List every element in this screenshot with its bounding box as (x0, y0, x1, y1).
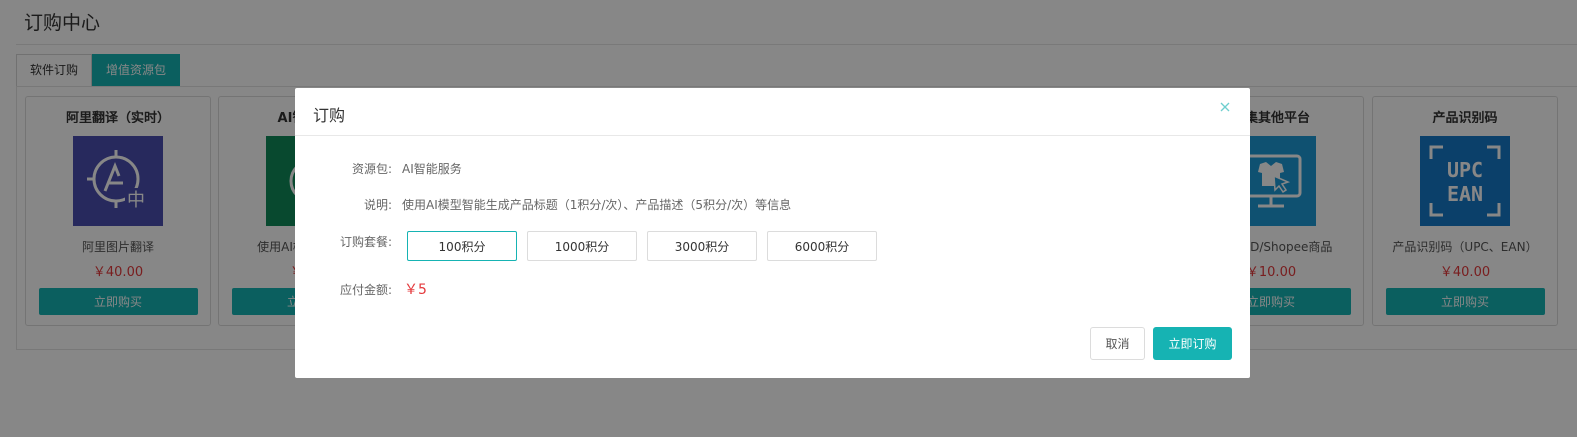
package-option-3000[interactable]: 3000积分 (647, 231, 757, 261)
resource-label: 资源包: (351, 162, 392, 176)
resource-row: 资源包: AI智能服务 (295, 160, 462, 177)
description-row: 说明: 使用AI模型智能生成产品标题（1积分/次）、产品描述（5积分/次）等信息 (295, 196, 791, 213)
description-value: 使用AI模型智能生成产品标题（1积分/次）、产品描述（5积分/次）等信息 (402, 198, 792, 212)
amount-value: ￥5 (404, 282, 427, 298)
order-modal: 订购 资源包: AI智能服务 说明: 使用AI模型智能生成产品标题（1积分/次）… (295, 88, 1250, 378)
description-label: 说明: (363, 198, 392, 212)
package-row: 订购套餐: 100积分 1000积分 3000积分 6000积分 (295, 231, 877, 261)
amount-row: 应付金额: ￥5 (295, 279, 427, 299)
modal-title: 订购 (313, 106, 346, 125)
amount-label: 应付金额: (339, 282, 392, 297)
package-option-100[interactable]: 100积分 (407, 231, 517, 261)
close-icon[interactable] (1218, 100, 1232, 114)
cancel-button[interactable]: 取消 (1090, 327, 1145, 360)
package-options: 100积分 1000积分 3000积分 6000积分 (407, 231, 877, 261)
package-option-6000[interactable]: 6000积分 (767, 231, 877, 261)
package-label: 订购套餐: (339, 235, 392, 249)
resource-value: AI智能服务 (402, 162, 462, 176)
modal-header: 订购 (295, 88, 1250, 136)
order-now-button[interactable]: 立即订购 (1153, 327, 1232, 360)
package-option-1000[interactable]: 1000积分 (527, 231, 637, 261)
